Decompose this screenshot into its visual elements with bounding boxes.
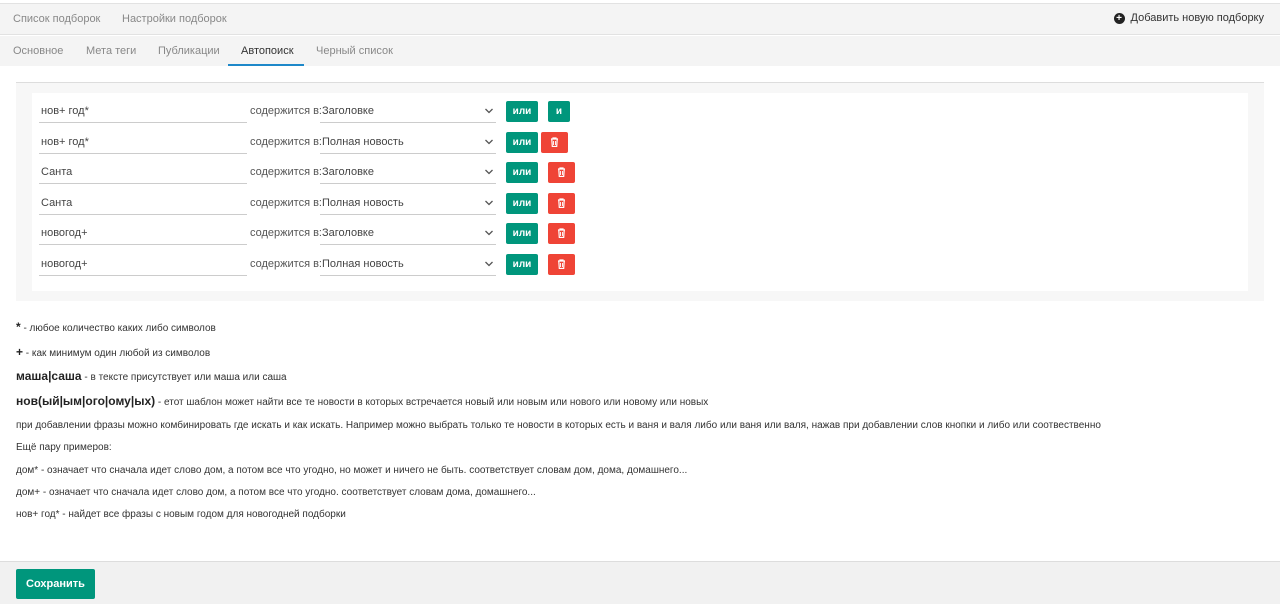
chevron-down-icon	[485, 261, 493, 267]
or-symbol: маша|саша	[16, 369, 82, 383]
help-combine: при добавлении фразы можно комбинировать…	[16, 420, 1101, 431]
word-input[interactable]: новогод+	[39, 223, 247, 245]
or-button[interactable]: или	[506, 223, 538, 244]
or-button[interactable]: или	[506, 162, 538, 183]
location-value: Заголовке	[322, 227, 374, 239]
rule-row: нов+ год* содержится в: Полная новость и…	[0, 132, 1280, 162]
location-select[interactable]: Полная новость	[320, 254, 496, 276]
location-select[interactable]: Заголовке	[320, 101, 496, 123]
chevron-down-icon	[485, 200, 493, 206]
contains-label: содержится в:	[250, 258, 322, 270]
help-star: * - любое количество каких либо символов	[16, 320, 216, 334]
trash-icon	[558, 259, 565, 270]
add-collection-label: Добавить новую подборку	[1130, 12, 1265, 24]
star-text: - любое количество каких либо символов	[20, 323, 216, 334]
plus-symbol: +	[16, 345, 24, 359]
or-button[interactable]: или	[506, 193, 538, 214]
tab-publications[interactable]: Публикации	[158, 45, 220, 57]
rule-row: новогод+ содержится в: Заголовке или	[0, 223, 1280, 253]
location-value: Полная новость	[322, 258, 404, 270]
rule-row: новогод+ содержится в: Полная новость ил…	[0, 254, 1280, 284]
delete-button[interactable]	[541, 132, 568, 153]
contains-label: содержится в:	[250, 197, 322, 209]
contains-label: содержится в:	[250, 105, 322, 117]
location-value: Полная новость	[322, 136, 404, 148]
location-select[interactable]: Заголовке	[320, 162, 496, 184]
delete-button[interactable]	[548, 193, 575, 214]
tab-main[interactable]: Основное	[13, 45, 63, 57]
chevron-down-icon	[485, 108, 493, 114]
tab-autosearch[interactable]: Автопоиск	[241, 45, 294, 57]
trash-icon	[558, 228, 565, 239]
help-example-2: дом+ - означает что сначала идет слово д…	[16, 487, 536, 498]
tab-blacklist[interactable]: Черный список	[316, 45, 393, 57]
delete-button[interactable]	[548, 254, 575, 275]
contains-label: содержится в:	[250, 136, 322, 148]
and-button[interactable]: и	[548, 101, 570, 122]
or-button[interactable]: или	[506, 254, 538, 275]
help-or: маша|саша - в тексте присутствует или ма…	[16, 369, 287, 383]
or-button[interactable]: или	[506, 101, 538, 122]
help-plus: + - как минимум один любой из символов	[16, 345, 210, 359]
collections-list-link[interactable]: Список подборок	[13, 13, 100, 25]
group-symbol: нов(ый|ым|ого|ому|ых)	[16, 394, 156, 408]
word-input[interactable]: Санта	[39, 193, 247, 215]
word-input[interactable]: Санта	[39, 162, 247, 184]
contains-label: содержится в:	[250, 166, 322, 178]
trash-icon	[558, 167, 565, 178]
plus-text: - как минимум один любой из символов	[23, 348, 211, 359]
help-example-3: нов+ год* - найдет все фразы с новым год…	[16, 509, 346, 520]
group-text: - етот шаблон может найти все те новости…	[155, 397, 709, 408]
or-text: - в тексте присутствует или маша или саш…	[81, 372, 287, 383]
collections-settings-link[interactable]: Настройки подборок	[122, 13, 227, 25]
word-input[interactable]: нов+ год*	[39, 132, 247, 154]
chevron-down-icon	[485, 169, 493, 175]
location-value: Заголовке	[322, 166, 374, 178]
location-value: Полная новость	[322, 197, 404, 209]
trash-icon	[558, 198, 565, 209]
top-bar: Список подборок Настройки подборок + Доб…	[0, 3, 1280, 35]
chevron-down-icon	[485, 139, 493, 145]
trash-icon	[551, 137, 558, 148]
help-group: нов(ый|ым|ого|ому|ых) - етот шаблон може…	[16, 394, 708, 408]
chevron-down-icon	[485, 230, 493, 236]
location-select[interactable]: Полная новость	[320, 132, 496, 154]
help-examples-title: Ещё пару примеров:	[16, 442, 112, 453]
plus-circle-icon: +	[1113, 12, 1125, 24]
word-input[interactable]: нов+ год*	[39, 101, 247, 123]
footer-bar: Сохранить	[0, 561, 1280, 604]
delete-button[interactable]	[548, 223, 575, 244]
word-input[interactable]: новогод+	[39, 254, 247, 276]
location-value: Заголовке	[322, 105, 374, 117]
add-collection-button[interactable]: + Добавить новую подборку	[1113, 12, 1265, 24]
help-example-1: дом* - означает что сначала идет слово д…	[16, 465, 688, 476]
rule-row: нов+ год* содержится в: Заголовке или и	[0, 101, 1280, 131]
save-button[interactable]: Сохранить	[16, 569, 95, 599]
contains-label: содержится в:	[250, 227, 322, 239]
tab-meta-tags[interactable]: Мета теги	[86, 45, 136, 57]
location-select[interactable]: Полная новость	[320, 193, 496, 215]
active-tab-indicator	[228, 64, 304, 66]
or-button[interactable]: или	[506, 132, 538, 153]
tab-bar: Основное Мета теги Публикации Автопоиск …	[0, 36, 1280, 66]
rule-row: Санта содержится в: Заголовке или	[0, 162, 1280, 192]
rule-row: Санта содержится в: Полная новость или	[0, 193, 1280, 223]
delete-button[interactable]	[548, 162, 575, 183]
location-select[interactable]: Заголовке	[320, 223, 496, 245]
